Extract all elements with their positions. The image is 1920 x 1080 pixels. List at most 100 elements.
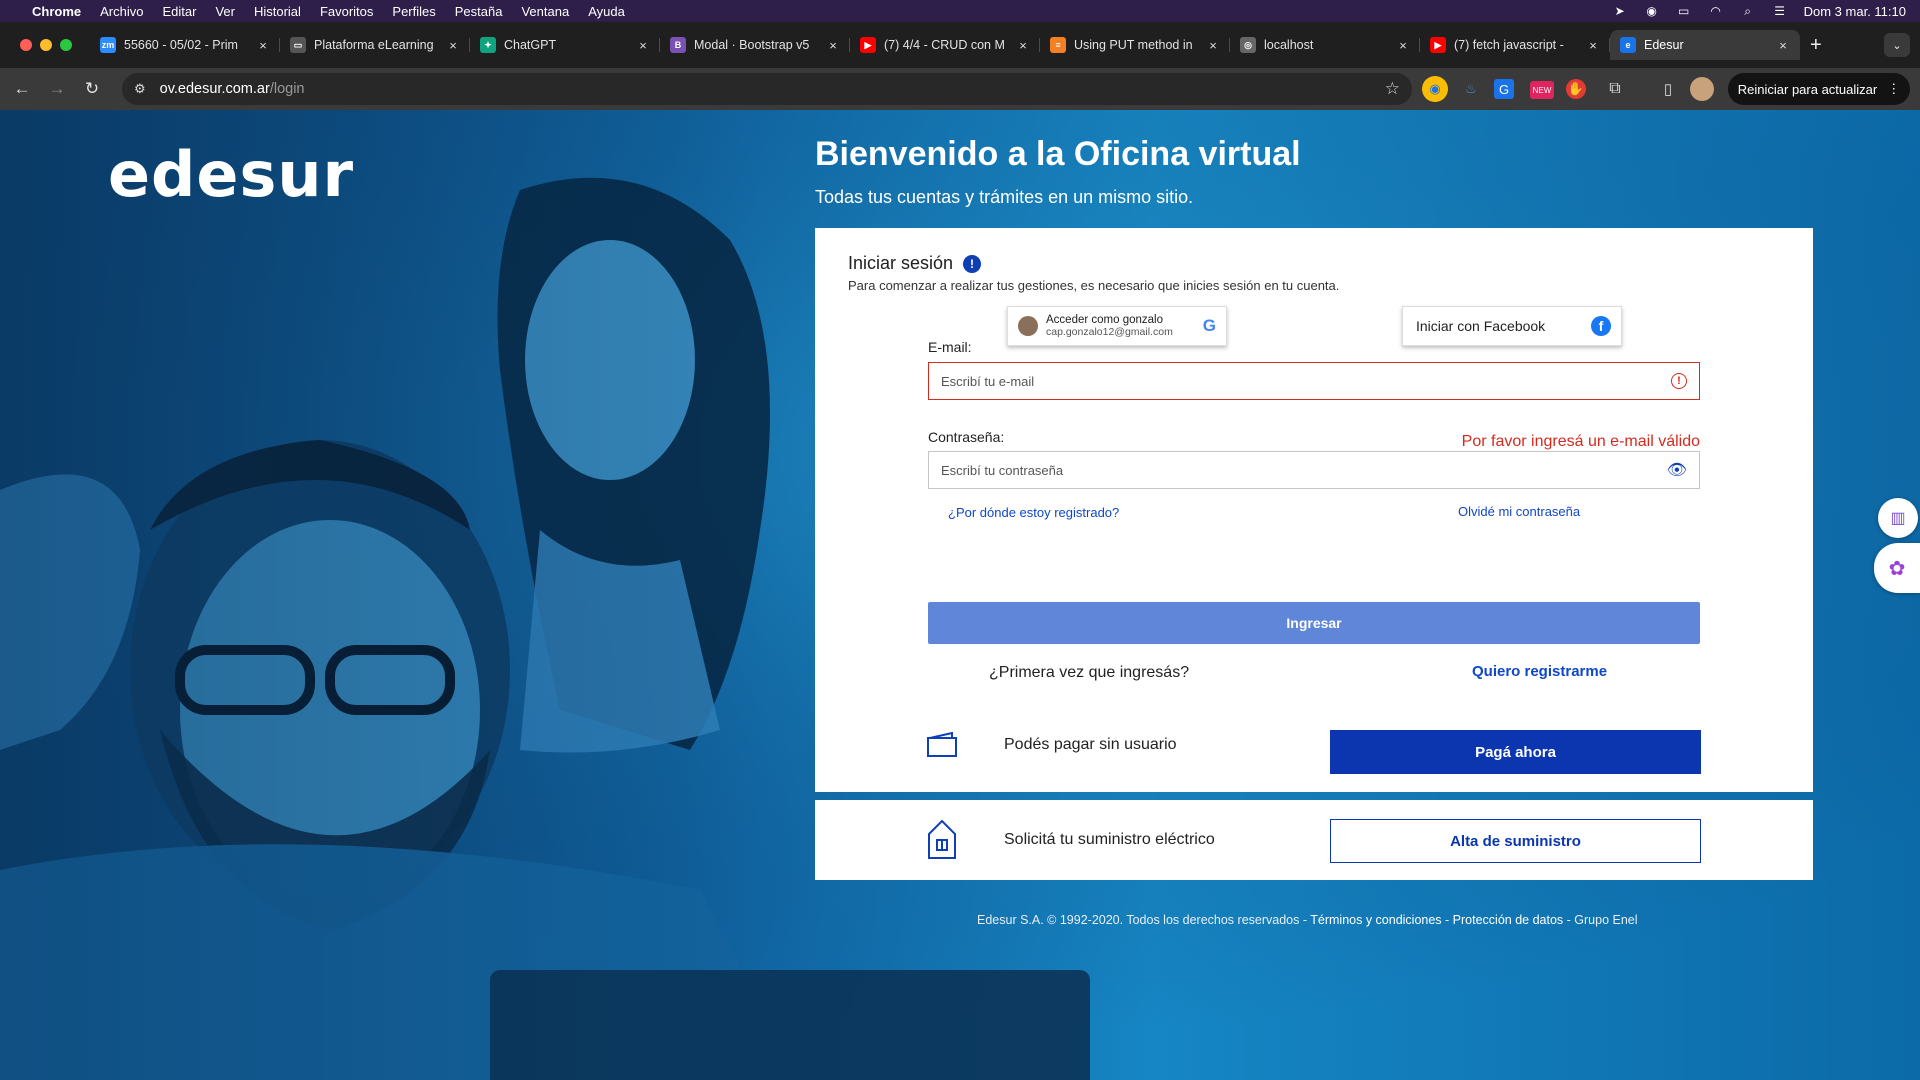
- forgot-password-link[interactable]: Olvidé mi contraseña: [1458, 504, 1580, 519]
- reload-icon[interactable]: ↻: [79, 76, 105, 102]
- tab-search-chevron-icon[interactable]: ⌄: [1884, 33, 1910, 57]
- site-settings-icon[interactable]: ⚙: [134, 81, 146, 97]
- location-icon[interactable]: ➤: [1612, 4, 1628, 18]
- footer-group-link[interactable]: Grupo Enel: [1574, 913, 1637, 927]
- close-tab-icon[interactable]: ×: [446, 38, 460, 53]
- globe-icon: ◎: [1240, 37, 1256, 53]
- extension-chrome-icon[interactable]: ◉: [1422, 76, 1448, 102]
- facebook-icon: f: [1591, 316, 1611, 336]
- tab-title: Edesur: [1644, 38, 1684, 52]
- browser-tab[interactable]: ▶ (7) 4/4 - CRUD con M ×: [850, 30, 1040, 60]
- browser-tab[interactable]: e Edesur ×: [1610, 30, 1800, 60]
- forward-arrow-icon[interactable]: →: [44, 76, 70, 102]
- menu-ayuda[interactable]: Ayuda: [588, 4, 625, 19]
- password-input[interactable]: [941, 462, 1667, 478]
- extension-translate-icon[interactable]: G: [1494, 79, 1514, 99]
- url-path: /login: [269, 81, 305, 97]
- show-password-eye-icon[interactable]: 👁: [1667, 460, 1687, 480]
- side-reader-widget[interactable]: ▥: [1878, 498, 1918, 538]
- bootstrap-icon: B: [670, 37, 686, 53]
- side-brain-widget[interactable]: ✿: [1874, 543, 1920, 593]
- menu-ventana[interactable]: Ventana: [521, 4, 569, 19]
- book-icon: ▥: [1890, 510, 1906, 527]
- close-window-button[interactable]: [20, 39, 32, 51]
- macos-menubar: Chrome Archivo Editar Ver Historial Favo…: [0, 0, 1920, 22]
- browser-tab[interactable]: B Modal · Bootstrap v5 ×: [660, 30, 850, 60]
- footer-separator: -: [1441, 913, 1453, 927]
- google-icon: G: [1202, 316, 1216, 335]
- extension-adblock-icon[interactable]: ✋: [1566, 79, 1586, 99]
- menu-editar[interactable]: Editar: [162, 4, 196, 19]
- extension-new-badge-icon[interactable]: NEW: [1530, 81, 1554, 99]
- tab-title: localhost: [1264, 38, 1314, 52]
- close-tab-icon[interactable]: ×: [636, 38, 650, 53]
- facebook-signin-button[interactable]: Iniciar con Facebook f: [1402, 306, 1622, 346]
- menu-historial[interactable]: Historial: [254, 4, 301, 19]
- battery-icon[interactable]: ▭: [1676, 4, 1692, 18]
- info-icon[interactable]: !: [963, 254, 982, 273]
- footer-separator: -: [1563, 913, 1575, 927]
- pay-now-button[interactable]: Pagá ahora: [1330, 730, 1701, 774]
- side-panel-icon[interactable]: ▯: [1655, 76, 1681, 102]
- url-text[interactable]: ov.edesur.com.ar/login: [160, 81, 305, 97]
- browser-tab[interactable]: ▭ Plataforma eLearning ×: [280, 30, 470, 60]
- menu-app-name[interactable]: Chrome: [32, 4, 81, 19]
- footer-terms-link[interactable]: Términos y condiciones: [1310, 913, 1441, 927]
- browser-tab[interactable]: ✦ ChatGPT ×: [470, 30, 660, 60]
- stackoverflow-icon: ≡: [1050, 37, 1066, 53]
- menu-favoritos[interactable]: Favoritos: [320, 4, 373, 19]
- close-tab-icon[interactable]: ×: [256, 38, 270, 53]
- new-supply-button[interactable]: Alta de suministro: [1330, 819, 1701, 863]
- edesur-logo[interactable]: edesur: [108, 138, 354, 211]
- password-label: Contraseña:: [928, 429, 1005, 445]
- youtube-icon: ▶: [860, 37, 876, 53]
- wallet-icon: [927, 732, 957, 757]
- login-submit-button[interactable]: Ingresar: [928, 602, 1700, 644]
- email-input[interactable]: [941, 373, 1671, 389]
- register-link[interactable]: Quiero registrarme: [1472, 663, 1607, 680]
- close-tab-icon[interactable]: ×: [1586, 38, 1600, 53]
- kebab-menu-icon[interactable]: ⋮: [1887, 81, 1900, 97]
- google-signin-button[interactable]: Acceder como gonzalo cap.gonzalo12@gmail…: [1007, 306, 1227, 346]
- address-bar[interactable]: ⚙ ov.edesur.com.ar/login ☆: [122, 73, 1412, 105]
- bookmark-star-icon[interactable]: ☆: [1385, 79, 1400, 99]
- wifi-icon[interactable]: ◠: [1708, 4, 1724, 18]
- password-field-container: 👁: [928, 451, 1700, 489]
- menu-pestana[interactable]: Pestaña: [455, 4, 503, 19]
- minimize-window-button[interactable]: [40, 39, 52, 51]
- extensions-puzzle-icon[interactable]: ⧉: [1602, 76, 1628, 102]
- browser-tab[interactable]: ≡ Using PUT method in ×: [1040, 30, 1230, 60]
- back-arrow-icon[interactable]: ←: [9, 76, 35, 102]
- menu-perfiles[interactable]: Perfiles: [392, 4, 435, 19]
- new-tab-button[interactable]: +: [1810, 34, 1822, 57]
- close-tab-icon[interactable]: ×: [1396, 38, 1410, 53]
- login-heading: Iniciar sesión !: [848, 253, 982, 274]
- where-registered-link[interactable]: ¿Por dónde estoy registrado?: [948, 505, 1119, 520]
- tab-title: (7) 4/4 - CRUD con M: [884, 38, 1005, 52]
- browser-tabstrip: zm 55660 - 05/02 - Prim × ▭ Plataforma eLear…: [0, 22, 1920, 68]
- menubar-datetime[interactable]: Dom 3 mar. 11:10: [1804, 4, 1906, 19]
- menu-archivo[interactable]: Archivo: [100, 4, 143, 19]
- close-tab-icon[interactable]: ×: [1776, 38, 1790, 53]
- close-tab-icon[interactable]: ×: [826, 38, 840, 53]
- extension-python-icon[interactable]: ♨: [1458, 76, 1484, 102]
- tabs-container: zm 55660 - 05/02 - Prim × ▭ Plataforma eLear…: [90, 30, 1800, 60]
- edesur-icon: e: [1620, 37, 1636, 53]
- control-center-icon[interactable]: ☰: [1772, 4, 1788, 18]
- maximize-window-button[interactable]: [60, 39, 72, 51]
- menu-ver[interactable]: Ver: [215, 4, 235, 19]
- footer-privacy-link[interactable]: Protección de datos: [1453, 913, 1564, 927]
- pay-without-user-card: Podés pagar sin usuario Pagá ahora: [815, 712, 1813, 792]
- profile-avatar[interactable]: [1690, 77, 1714, 101]
- close-tab-icon[interactable]: ×: [1016, 38, 1030, 53]
- browser-tab[interactable]: ◎ localhost ×: [1230, 30, 1420, 60]
- browser-tab[interactable]: ▶ (7) fetch javascript - ×: [1420, 30, 1610, 60]
- url-host: ov.edesur.com.ar: [159, 81, 270, 97]
- google-account-email: cap.gonzalo12@gmail.com: [1046, 326, 1173, 338]
- close-tab-icon[interactable]: ×: [1206, 38, 1220, 53]
- spotlight-search-icon[interactable]: ⌕: [1740, 4, 1756, 18]
- media-icon[interactable]: ◉: [1644, 4, 1660, 18]
- web-page: edesur Bienvenido a la Oficina virtual T…: [0, 110, 1920, 1080]
- browser-tab[interactable]: zm 55660 - 05/02 - Prim ×: [90, 30, 280, 60]
- restart-to-update-button[interactable]: Reiniciar para actualizar ⋮: [1728, 73, 1910, 105]
